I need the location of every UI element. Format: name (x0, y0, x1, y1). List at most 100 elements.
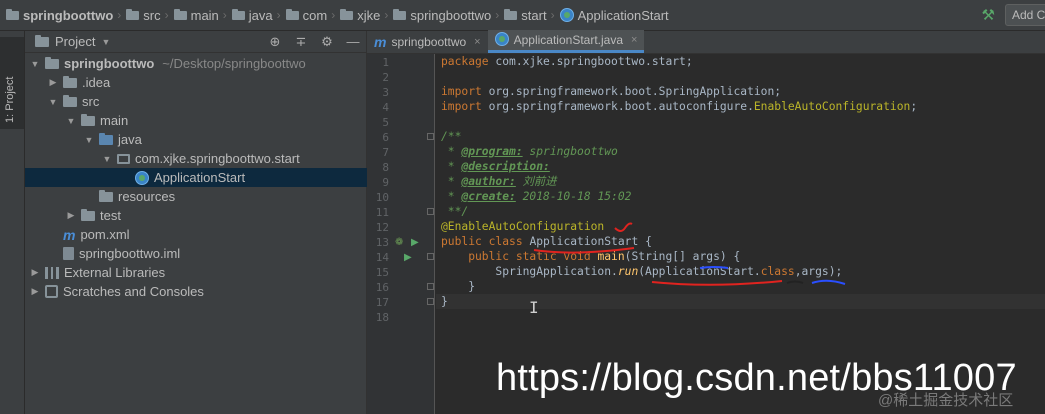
library-icon (45, 266, 59, 279)
scratch-icon-glyph (45, 285, 58, 298)
editor-tab-label: ApplicationStart.java (513, 33, 624, 47)
project-view-selector[interactable]: Project (55, 34, 95, 49)
breadcrumb-item[interactable]: main › (173, 8, 232, 23)
folder-icon-glyph (63, 75, 77, 88)
collapsed-arrow-icon[interactable]: ▶ (29, 267, 41, 278)
tree-item[interactable]: ▼ java (25, 130, 367, 149)
code-text: (String[] args) { (624, 250, 741, 263)
expanded-arrow-icon[interactable]: ▼ (83, 135, 95, 145)
line-number: 1 (382, 56, 389, 69)
tree-item[interactable]: springboottwo.iml (25, 244, 367, 263)
keyword: import (441, 100, 482, 113)
line-number: 2 (382, 71, 389, 84)
tree-item-label: test (100, 208, 121, 223)
folder-icon (63, 75, 77, 88)
tree-item-label: com.xjke.springboottwo.start (135, 151, 300, 166)
add-configuration-button[interactable]: Add Co (1004, 4, 1045, 26)
breadcrumb-item[interactable]: springboottwo › (6, 8, 126, 23)
breadcrumb-item[interactable]: src › (126, 8, 173, 23)
line-number: 11 (375, 206, 389, 219)
breadcrumb-item[interactable]: java › (231, 8, 286, 23)
keyword: public class (441, 235, 523, 248)
code-line-8: * @description: (441, 159, 550, 174)
javadoc-value: 刘前进 (515, 175, 557, 188)
chevron-down-icon[interactable]: ▼ (101, 37, 110, 47)
expanded-arrow-icon[interactable]: ▼ (101, 154, 113, 164)
tree-item-label: Scratches and Consoles (63, 284, 204, 299)
run-main-icon[interactable]: ▶ (404, 250, 412, 265)
fold-marker-icon[interactable] (427, 253, 434, 260)
fold-marker-icon[interactable] (427, 283, 434, 290)
tree-item[interactable]: ▶ test (25, 206, 367, 225)
tree-item[interactable]: ▶ Scratches and Consoles (25, 282, 367, 301)
fold-marker-icon[interactable] (427, 208, 434, 215)
folder-icon-glyph (45, 56, 59, 69)
collapsed-arrow-icon[interactable]: ▶ (47, 77, 59, 88)
code-line-7: * @program: springboottwo (441, 144, 618, 159)
tree-item-label: resources (118, 189, 176, 204)
fold-marker-icon[interactable] (427, 133, 434, 140)
expanded-arrow-icon[interactable]: ▼ (65, 116, 77, 126)
code-text: ,args); (794, 265, 843, 278)
tree-item[interactable]: ▼ springboottwo ~/Desktop/springboottwo (25, 54, 367, 73)
chevron-right-icon: › (276, 8, 281, 22)
editor-tab[interactable]: m springboottwo × (367, 30, 488, 53)
collapsed-arrow-icon[interactable]: ▶ (29, 286, 41, 297)
package-icon-glyph (117, 153, 130, 164)
tree-item-label: External Libraries (64, 265, 166, 280)
run-class-icon[interactable]: ▶ (411, 235, 419, 250)
breadcrumb-item[interactable]: ApplicationStart (559, 8, 669, 23)
tree-item[interactable]: ▼ src (25, 92, 367, 111)
editor-tab[interactable]: ApplicationStart.java × (487, 30, 645, 53)
hide-panel-icon[interactable]: — (340, 34, 366, 49)
close-icon[interactable]: × (631, 34, 637, 46)
editor-tab-label: springboottwo (391, 34, 467, 49)
tree-item[interactable]: m pom.xml (25, 225, 367, 244)
fold-marker-icon[interactable] (427, 298, 434, 305)
class-icon (135, 170, 149, 185)
gear-icon[interactable]: ⚙ (314, 34, 340, 50)
comment-prefix: * (441, 175, 462, 188)
maven-glyph: m (374, 33, 387, 50)
tree-item-label: .idea (82, 75, 111, 90)
module-file-icon-glyph (63, 247, 74, 260)
scroll-from-source-icon[interactable]: ⊕ (262, 34, 288, 50)
breadcrumb-item[interactable]: xjke › (340, 8, 393, 23)
tree-item-label: pom.xml (80, 227, 130, 242)
method-name: run (617, 265, 639, 278)
tree-item[interactable]: resources (25, 187, 367, 206)
folder-icon-glyph (99, 189, 113, 202)
chevron-right-icon: › (550, 8, 555, 22)
editor-gutter: 1 2 3 4 5 6 7 8 9 10 11 12 13 14 15 16 17 18 ❁ ▶ ▶ (367, 54, 435, 414)
tree-item[interactable]: ▼ com.xjke.springboottwo.start (25, 149, 367, 168)
close-icon[interactable]: × (474, 36, 480, 48)
keyword: public static void (441, 250, 591, 263)
package-icon (117, 153, 130, 164)
tree-item[interactable]: ▼ main (25, 111, 367, 130)
breadcrumb-item[interactable]: start › (504, 8, 559, 23)
code-line-1: package com.xjke.springboottwo.start; (441, 54, 693, 69)
navigation-bar: springboottwo › src › main › java › com › xjke › spr… (0, 0, 1045, 31)
folder-icon (285, 8, 299, 20)
folder-icon (504, 8, 518, 20)
breadcrumb-label: start (521, 7, 547, 23)
expanded-arrow-icon[interactable]: ▼ (47, 97, 59, 107)
folder-icon (81, 208, 95, 221)
tree-item[interactable]: ▶ External Libraries (25, 263, 367, 282)
expanded-arrow-icon[interactable]: ▼ (29, 59, 41, 69)
tree-item[interactable]: ▶ .idea (25, 73, 367, 92)
collapse-all-icon[interactable]: ∓ (288, 34, 314, 50)
comment-prefix: * (441, 190, 462, 203)
build-hammer-icon[interactable]: ⚒ (982, 6, 995, 24)
breadcrumb-item[interactable]: com › (285, 8, 341, 23)
line-number: 9 (382, 176, 389, 189)
watermark-credit: @稀土掘金技术社区 (878, 392, 1014, 409)
tool-tab-project[interactable]: 1: Project (0, 37, 24, 129)
maven-icon: m (374, 34, 386, 50)
tree-item[interactable]: ApplicationStart (25, 168, 367, 187)
source-folder-icon (99, 132, 113, 145)
collapsed-arrow-icon[interactable]: ▶ (65, 210, 77, 221)
comment-prefix: * (441, 160, 462, 173)
breadcrumb-item[interactable]: springboottwo › (393, 8, 504, 23)
code-line-4: import org.springframework.boot.autoconf… (441, 99, 917, 114)
